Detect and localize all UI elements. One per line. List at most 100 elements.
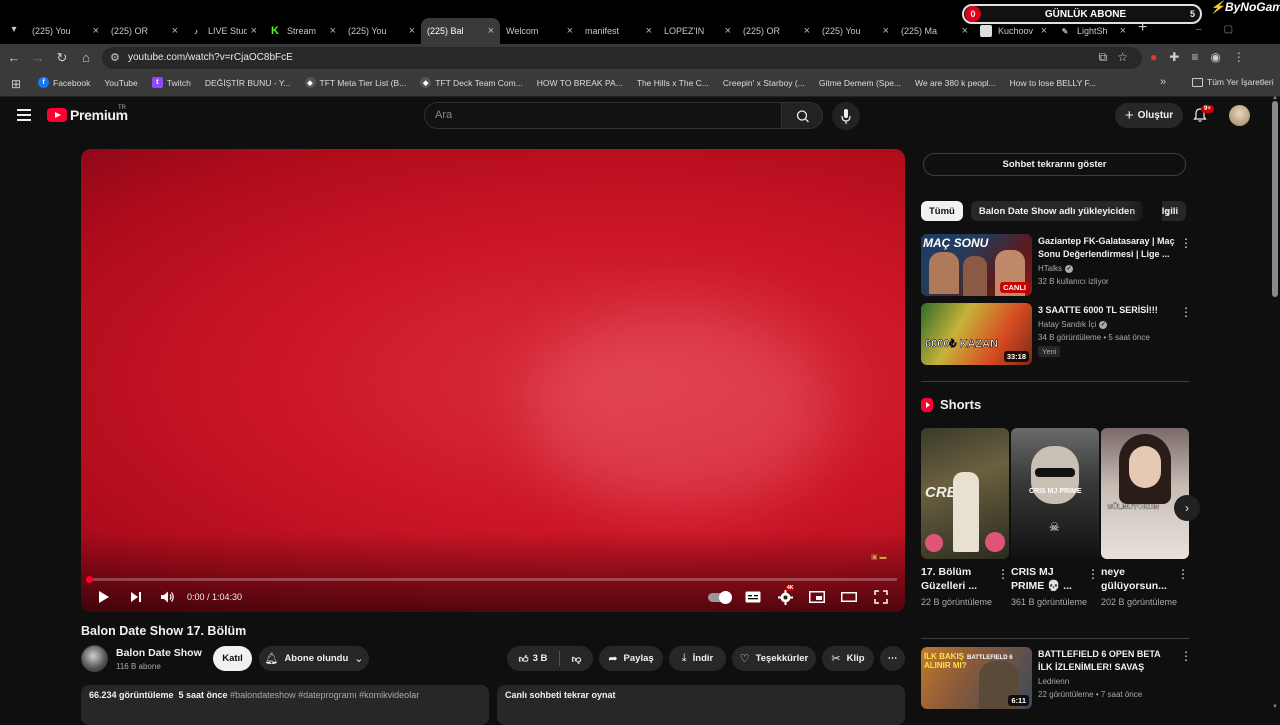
browser-tab[interactable]: LOPEZ'IN × [658,18,737,44]
scrubber-handle[interactable] [86,576,93,583]
clip-button[interactable]: ✂ Klip [822,646,874,671]
close-tab-icon[interactable]: × [725,25,731,37]
browser-tab[interactable]: ♪ LIVE Stud × [184,18,263,44]
more-actions-button[interactable]: ⋯ [880,646,905,671]
close-tab-icon[interactable]: × [1120,25,1126,37]
short-title[interactable]: neye gülüyorsun... [1101,565,1175,593]
video-title[interactable]: 3 SAATTE 6000 TL SERİSİ!!! [1038,304,1176,317]
tab-search-icon[interactable]: ▾ [6,22,22,38]
short-thumbnail[interactable]: CREW [921,428,1009,559]
recommended-video[interactable]: MAÇ SONU CANLI Gaziantep FK-Galatasaray … [921,234,1192,296]
home-icon[interactable]: ⌂ [78,50,94,66]
browser-tab[interactable]: (225) OR × [105,18,184,44]
bookmark-item[interactable]: Gitme Demem (Spe... [38,77,901,185]
page-scrollbar[interactable]: ▲ ▼ [1270,95,1280,720]
bookmark-item[interactable]: HOW TO BREAK PA... [38,77,623,185]
short-item[interactable]: CREW 17. Bölüm Güzelleri ... 22 B görünt… [921,428,1009,609]
bookmark-item[interactable]: ◆ TFT Meta Tier List (B... [304,77,406,88]
play-button[interactable] [97,588,111,606]
next-button[interactable] [129,588,143,606]
subscribed-button[interactable]: 🔔︎ Abone olundu ⌄ [259,646,369,671]
close-tab-icon[interactable]: × [488,25,494,37]
more-vert-icon[interactable]: ⋮ [1180,649,1192,663]
bookmark-star-icon[interactable]: ☆ [1117,50,1128,65]
join-button[interactable]: Katıl [213,646,252,671]
channel-avatar[interactable] [81,645,108,672]
browser-tab[interactable]: (225) OR × [737,18,816,44]
recommended-video[interactable]: 6000₺ KAZAN 33:18 3 SAATTE 6000 TL SERİS… [921,303,1192,365]
minimize-icon[interactable]: – [1196,24,1202,35]
channel-name[interactable]: Ledrienn [1038,677,1069,686]
browser-menu-icon[interactable]: ⋮ [1233,50,1245,64]
bookmark-item[interactable]: f Facebook [38,77,90,88]
close-tab-icon[interactable]: × [883,25,889,37]
create-button[interactable]: + Oluştur [1115,103,1183,128]
browser-tab[interactable]: manifest × [579,18,658,44]
bookmark-item[interactable]: Creepin' x Starboy (... [38,77,805,185]
chip-from-uploader[interactable]: Balon Date Show adlı yükleyiciden [970,201,1144,221]
scroll-down-icon[interactable]: ▼ [1272,704,1278,710]
url-text[interactable]: youtube.com/watch?v=rCjaOC8bFcE [128,52,293,63]
more-bookmarks-icon[interactable]: » [1160,76,1166,88]
dislike-button[interactable]: 👎︎ [560,646,593,671]
bookmark-item[interactable]: How to lose BELLY F... [38,77,1096,185]
extension-badge-icon[interactable]: ● [1150,50,1157,64]
browser-tab[interactable]: Welcom × [500,18,579,44]
browser-tab[interactable]: (225) You × [342,18,421,44]
back-icon[interactable]: ← [6,50,22,66]
video-title[interactable]: BATTLEFIELD 6 OPEN BETA İLK İZLENİMLER! … [1038,648,1176,674]
short-thumbnail[interactable]: GÜLMÜYORUM [1101,428,1189,559]
recommended-video[interactable]: İLK BAKIŞ ALINIR MI? BATTLEFIELD 6 6:11 … [921,647,1192,709]
voice-search-button[interactable] [832,102,860,130]
channel-name[interactable]: Balon Date Show [116,647,202,659]
apps-grid-icon[interactable]: ⊞ [11,77,21,91]
bookmark-item[interactable]: YouTube [38,77,138,185]
channel-name[interactable]: Hatay Sandık İçi [1038,320,1096,329]
search-input[interactable] [435,109,765,121]
video-thumbnail[interactable]: İLK BAKIŞ ALINIR MI? BATTLEFIELD 6 6:11 [921,647,1032,709]
video-title[interactable]: Gaziantep FK-Galatasaray | Maç Sonu Değe… [1038,235,1176,261]
channel-name[interactable]: HTalks [1038,264,1062,273]
close-tab-icon[interactable]: × [93,25,99,37]
bookmark-item[interactable]: t Twitch [151,77,191,88]
more-vert-icon[interactable]: ⋮ [1180,305,1192,319]
share-button[interactable]: ➦ Paylaş [599,646,663,671]
close-tab-icon[interactable]: × [251,25,257,37]
all-bookmarks-folder[interactable]: Tüm Yer İşaretleri [1192,77,1274,87]
close-tab-icon[interactable]: × [409,25,415,37]
settings-button[interactable]: 4K [778,585,795,606]
video-player[interactable]: ▣ ▬ 0:00 / 1:04:30 4K [81,149,905,612]
close-tab-icon[interactable]: × [567,25,573,37]
hashtags[interactable]: #balondateshow #dateprogramı #komikvideo… [230,690,419,700]
volume-button[interactable] [160,588,176,606]
account-avatar[interactable] [1229,105,1250,126]
close-tab-icon[interactable]: × [172,25,178,37]
miniplayer-button[interactable] [809,588,825,606]
thanks-button[interactable]: ♡ Teşekkürler [732,646,816,671]
short-item[interactable]: CRIS MJ PRIME ☠ CRIS MJ PRIME 💀 ... 361 … [1011,428,1099,609]
maximize-icon[interactable]: ▢ [1224,24,1233,35]
fullscreen-button[interactable] [874,588,888,606]
show-chat-replay-button[interactable]: Sohbet tekrarını göster [923,153,1186,176]
video-thumbnail[interactable]: 6000₺ KAZAN 33:18 [921,303,1032,365]
bookmark-item[interactable]: DEĞİŞTİR BUNU - Y... [38,77,291,185]
short-item[interactable]: GÜLMÜYORUM neye gülüyorsun... 202 B görü… [1101,428,1189,609]
browser-tab[interactable]: (225) You × [26,18,105,44]
bookmark-item[interactable]: ◆ TFT Deck Team Com... [420,77,523,88]
more-vert-icon[interactable]: ⋮ [1087,567,1099,581]
short-title[interactable]: CRIS MJ PRIME 💀 ... [1011,565,1085,593]
extensions-puzzle-icon[interactable]: ✚ [1169,50,1179,64]
media-controls-icon[interactable]: ≡ [1191,50,1198,64]
profile-icon[interactable]: ◉ [1210,50,1220,64]
forward-icon[interactable]: → [30,50,46,66]
video-thumbnail[interactable]: MAÇ SONU CANLI [921,234,1032,296]
more-vert-icon[interactable]: ⋮ [1177,567,1189,581]
browser-tab[interactable]: (225) You × [816,18,895,44]
browser-tab[interactable]: K Stream × [263,18,342,44]
description-box[interactable]: 66.234 görüntüleme 5 saat önce #balondat… [81,685,489,725]
browser-tab[interactable]: (225) Ma × [895,18,974,44]
more-vert-icon[interactable]: ⋮ [997,567,1009,581]
download-button[interactable]: ⤓ İndir [669,646,726,671]
reload-icon[interactable]: ↻ [54,50,70,66]
chips-next-icon[interactable]: › [1166,205,1170,219]
